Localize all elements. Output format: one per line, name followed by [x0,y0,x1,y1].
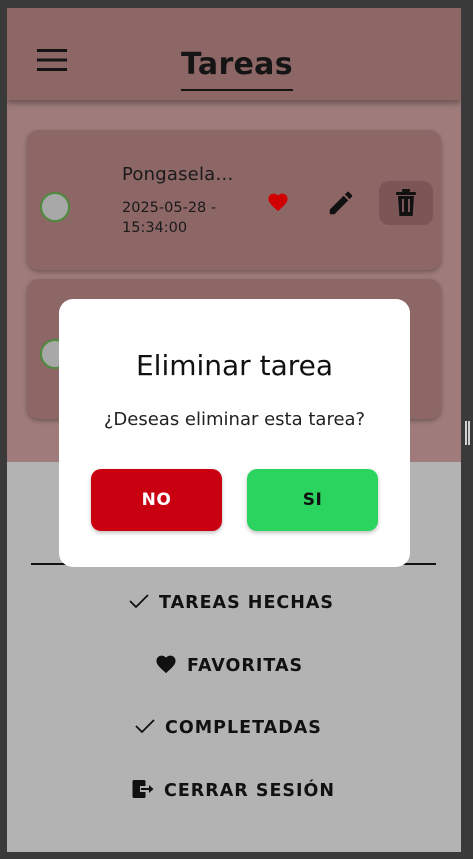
dialog-title: Eliminar tarea [135,349,334,382]
confirm-button[interactable]: SI [247,469,378,531]
app-screen: Tareas Pongasela… 2025-05-28 - 15:34:00 [7,8,461,852]
scrollbar-handle[interactable] [465,421,471,445]
dialog-message: ¿Deseas eliminar esta tarea? [103,409,366,430]
delete-confirm-dialog: Eliminar tarea ¿Deseas eliminar esta tar… [59,299,410,567]
cancel-button[interactable]: NO [91,469,222,531]
